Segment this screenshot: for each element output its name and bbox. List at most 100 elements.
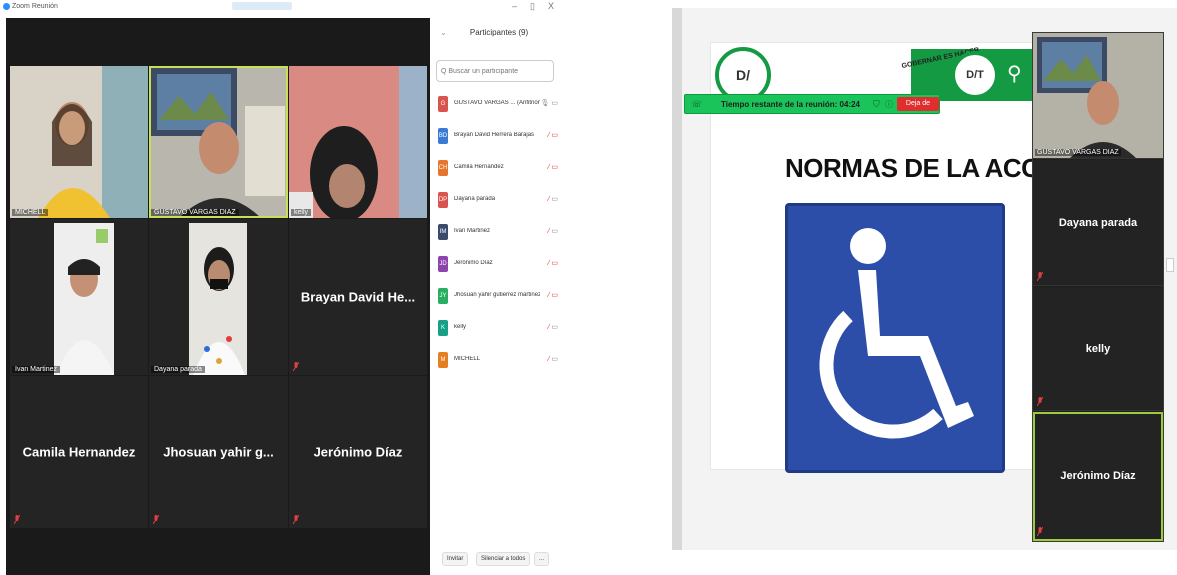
participant-avatar: M: [438, 352, 448, 368]
camera-icon: ▭: [551, 228, 558, 235]
participant-name: Camila Hernandez: [454, 164, 504, 170]
tile-name-gustavo: GUSTAVO VARGAS DIAZ: [151, 209, 239, 216]
muted-mic-icon: [14, 515, 20, 524]
muted-mic-icon: ⁄: [548, 324, 550, 331]
zoom-meeting-window: Zoom Reunión – ▯ X MICHELL GUSTAVO VARGA…: [0, 0, 568, 575]
participant-name: Brayan David Herrera Barajas: [454, 132, 535, 138]
participant-avatar: CH: [438, 160, 448, 176]
participant-video-kelly: [289, 66, 427, 218]
tile-big-name-jhosuan: Jhosuan yahir g...: [163, 444, 274, 460]
participant-status-icons: ⁄ ▭: [548, 291, 558, 299]
gallery-view: MICHELL GUSTAVO VARGAS DIAZ kelly Ivan M…: [6, 18, 430, 575]
shield-icon[interactable]: ⛉: [873, 99, 880, 110]
restore-button[interactable]: ▯: [530, 1, 535, 12]
mic-icon: 🎙: [540, 100, 550, 107]
camera-off-icon: ▭: [551, 292, 558, 299]
participant-status-icons: ⁄ ▭: [548, 259, 558, 267]
participant-row[interactable]: JY Jhosuan yahir gutierrez martinez ⁄ ▭: [436, 286, 562, 306]
participant-name: kelly: [454, 324, 467, 330]
name-tile-jeronimo[interactable]: Jerónimo Díaz: [289, 376, 427, 528]
seal-right-text: D/T: [966, 69, 984, 81]
participant-status-icons: ⁄ ▭: [548, 355, 558, 363]
name-tile-brayan[interactable]: Brayan David He...: [289, 219, 427, 375]
muted-mic-icon: ⁄: [548, 292, 550, 299]
muted-mic-icon: [293, 362, 299, 371]
zoom-app-icon: [3, 3, 10, 10]
participant-video-gustavo: [149, 66, 288, 218]
name-tile-jhosuan[interactable]: Jhosuan yahir g...: [149, 376, 288, 528]
muted-mic-icon: ⁄: [548, 356, 550, 363]
participant-video-gustavo: [1033, 33, 1163, 158]
strip-name-kelly[interactable]: kelly: [1033, 287, 1163, 411]
participants-title: Participantes (9): [469, 28, 529, 37]
name-tile-camila[interactable]: Camila Hernandez: [10, 376, 148, 528]
participant-search-input[interactable]: [436, 60, 554, 82]
camera-icon: ▭: [551, 196, 558, 203]
titlebar: Zoom Reunión – ▯ X: [0, 0, 568, 14]
video-tile-kelly[interactable]: kelly: [289, 66, 427, 218]
seal-left-text: D/: [736, 67, 750, 83]
tile-name-kelly: kelly: [291, 209, 312, 216]
slide-thumbnail-strip: [672, 8, 682, 550]
transit-seal-right: D/T: [951, 51, 999, 99]
participant-status-icons: ⁄ ▭: [548, 163, 558, 171]
participant-avatar: DP: [438, 192, 448, 208]
participant-row[interactable]: JD Jerónimo Díaz ⁄ ▭: [436, 254, 562, 274]
minimize-button[interactable]: –: [512, 1, 517, 11]
strip-big-name-kelly: kelly: [1085, 342, 1111, 355]
participant-row[interactable]: CH Camila Hernandez ⁄ ▭: [436, 158, 562, 178]
video-tile-michell[interactable]: MICHELL: [10, 66, 148, 218]
tile-name-dayana: Dayana parada: [151, 366, 205, 373]
participant-name: Jhosuan yahir gutierrez martinez: [454, 292, 540, 298]
participant-name: MICHELL: [454, 356, 481, 362]
wheelchair-accessibility-icon: [785, 203, 1005, 473]
meeting-time-remaining: Tiempo restante de la reunión: 04:24: [721, 100, 861, 109]
mute-all-button[interactable]: Silenciar a todos: [476, 552, 531, 566]
info-icon[interactable]: ⓘ: [885, 99, 893, 110]
wheelchair-symbol-icon: [819, 228, 974, 439]
participant-avatar: K: [438, 320, 448, 336]
muted-mic-icon: ⁄: [548, 260, 550, 267]
muted-mic-icon: ⁄: [548, 132, 550, 139]
title-center-badge: [232, 2, 292, 10]
strip-name-jeronimo[interactable]: Jerónimo Díaz: [1033, 412, 1163, 541]
close-button[interactable]: X: [548, 1, 554, 11]
participant-status-icons: 🎙 ▭: [540, 99, 558, 107]
muted-mic-icon: [1037, 397, 1043, 406]
tile-big-name-camila: Camila Hernandez: [22, 444, 136, 460]
muted-mic-icon: [1037, 527, 1043, 536]
participant-name: Ivan Martinez: [454, 228, 491, 234]
participant-video-dayana: [149, 219, 288, 375]
muted-mic-icon: ⁄: [548, 164, 550, 171]
participant-row[interactable]: M MICHELL ⁄ ▭: [436, 350, 562, 370]
tile-name-michell: MICHELL: [12, 209, 49, 216]
video-tile-dayana[interactable]: Dayana parada: [149, 219, 288, 375]
video-tile-ivan[interactable]: Ivan Martinez: [10, 219, 148, 375]
strip-name-dayana[interactable]: Dayana parada: [1033, 160, 1163, 286]
participant-video-michell: [10, 66, 148, 218]
scroll-handle[interactable]: [1166, 258, 1174, 272]
strip-video-gustavo[interactable]: GUSTAVO VARGAS DIAZ: [1033, 33, 1163, 159]
participant-avatar: JD: [438, 256, 448, 272]
invite-button[interactable]: Invitar: [442, 552, 469, 566]
tile-big-name-jeronimo: Jerónimo Díaz: [313, 444, 403, 460]
participant-row[interactable]: K kelly ⁄ ▭: [436, 318, 562, 338]
strip-big-name-jeronimo: Jerónimo Díaz: [1060, 470, 1136, 482]
more-options-button[interactable]: ...: [534, 552, 550, 566]
participant-row[interactable]: DP Dayana parada ⁄ ▭: [436, 190, 562, 210]
participant-avatar: JY: [438, 288, 448, 304]
participant-avatar: IM: [438, 224, 448, 240]
stop-share-button[interactable]: Deja de: [897, 97, 939, 111]
camera-icon: ▭: [551, 324, 558, 331]
camera-icon: ▭: [551, 356, 558, 363]
participant-row[interactable]: BD Brayan David Herrera Barajas ⁄ ▭: [436, 126, 562, 146]
participant-row[interactable]: IM Ivan Martinez ⁄ ▭: [436, 222, 562, 242]
participant-name: Dayana parada: [454, 196, 496, 202]
participant-row[interactable]: G GUSTAVO VARGAS ... (Anfitrión, yo) 🎙▭: [436, 94, 562, 114]
strip-big-name-dayana: Dayana parada: [1058, 216, 1138, 229]
participant-status-icons: ⁄ ▭: [548, 227, 558, 235]
video-tile-gustavo[interactable]: GUSTAVO VARGAS DIAZ: [149, 66, 288, 218]
window-title: Zoom Reunión: [12, 3, 58, 10]
shared-screen-view: D/ GOBERNAR ES HACER D/T ⚲ NORMAS DE LA …: [672, 8, 1177, 550]
camera-off-icon: ▭: [551, 260, 558, 267]
